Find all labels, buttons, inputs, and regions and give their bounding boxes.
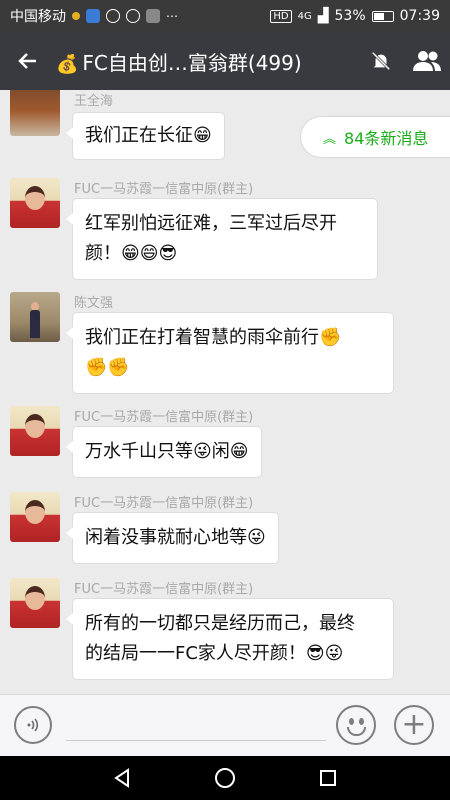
message-bubble[interactable]: 我们正在打着智慧的雨伞前行✊ ✊✊ [66,312,394,394]
message-input[interactable] [66,709,326,741]
hd-badge: HD [270,9,292,23]
back-button[interactable] [0,32,56,90]
network-label: 4G [297,10,312,22]
arrow-left-icon [18,53,36,69]
message-line: ✊✊ [85,357,130,378]
message-bubble[interactable]: 我们正在长征😁 [66,112,225,160]
double-chevron-up-icon: ︽ [323,131,337,147]
navigation-bar [0,756,450,800]
nav-home-button[interactable] [195,756,255,800]
plus-icon: + [401,707,427,742]
smiley-icon [347,727,366,736]
avatar[interactable] [10,90,60,136]
signal-icon: ▟ [317,8,329,24]
triangle-back-icon [113,768,129,788]
status-bar: 中国移动 ⋯ HD 4G ▟ 53% 07:39 [0,0,450,32]
message-line: 的结局一一FC家人尽开颜！😎😜 [85,643,344,664]
sender-name: 陈文强 [74,296,114,311]
new-messages-button[interactable]: ︽ 84条新消息 [300,116,450,158]
avatar[interactable] [10,406,60,456]
group-icon [413,51,441,71]
app-icon [146,9,160,23]
chat-title-text: FC自由创…富翁群(499) [82,50,302,75]
message-line: 所有的一切都只是经历而己，最终 [85,613,355,634]
input-bar: + [0,694,450,756]
battery-percent: 53% [334,8,366,24]
avatar[interactable] [10,178,60,228]
message-bubble[interactable]: 所有的一切都只是经历而己，最终 的结局一一FC家人尽开颜！😎😜 [66,598,394,680]
message-bubble[interactable]: 闲着没事就耐心地等😜 [66,512,279,564]
sender-name: FUC一马苏霞一信富中原(群主) [74,582,254,597]
avatar[interactable] [10,578,60,628]
chat-title: 💰 FC自由创…富翁群(499) [56,47,358,76]
new-messages-label: 84条新消息 [344,129,429,148]
message-bubble[interactable]: 万水千山只等😜闲😁 [66,426,262,478]
chat-messages[interactable]: 王全海 我们正在长征😁 FUC一马苏霞一信富中原(群主) 红军别怕远征难，三军过… [0,90,450,694]
message-line: 颜！😁😄😎 [85,243,178,264]
voice-input-button[interactable] [14,706,52,744]
shield-icon [106,9,120,23]
emoji-button[interactable] [336,705,376,745]
notification-dot-icon [72,12,80,20]
sender-name: FUC一马苏霞一信富中原(群主) [74,182,254,197]
more-notifications-icon: ⋯ [166,9,178,23]
square-recents-icon [320,770,337,786]
message-line: 我们正在打着智慧的雨伞前行✊ [85,327,342,348]
bell-muted-icon [371,51,391,71]
circle-home-icon [214,768,235,788]
money-bag-icon: 💰 [56,53,79,75]
clock: 07:39 [399,8,440,24]
more-options-button[interactable]: + [394,705,434,745]
group-members-button[interactable] [404,32,450,90]
battery-icon [371,10,394,22]
message-line: 红军别怕远征难，三军过后尽开 [85,213,337,234]
avatar[interactable] [10,492,60,542]
search-notification-icon [126,9,140,23]
sender-name: 王全海 [74,94,114,109]
voice-icon [27,718,39,732]
mute-button[interactable] [358,32,404,90]
app-notification-icon [86,9,100,23]
carrier-label: 中国移动 [10,9,66,25]
chat-header: 💰 FC自由创…富翁群(499) [0,32,450,90]
nav-recents-button[interactable] [298,756,358,800]
sender-name: FUC一马苏霞一信富中原(群主) [74,410,254,425]
avatar[interactable] [10,292,60,342]
message-bubble[interactable]: 红军别怕远征难，三军过后尽开 颜！😁😄😎 [66,198,378,280]
nav-back-button[interactable] [92,756,152,800]
sender-name: FUC一马苏霞一信富中原(群主) [74,496,254,511]
